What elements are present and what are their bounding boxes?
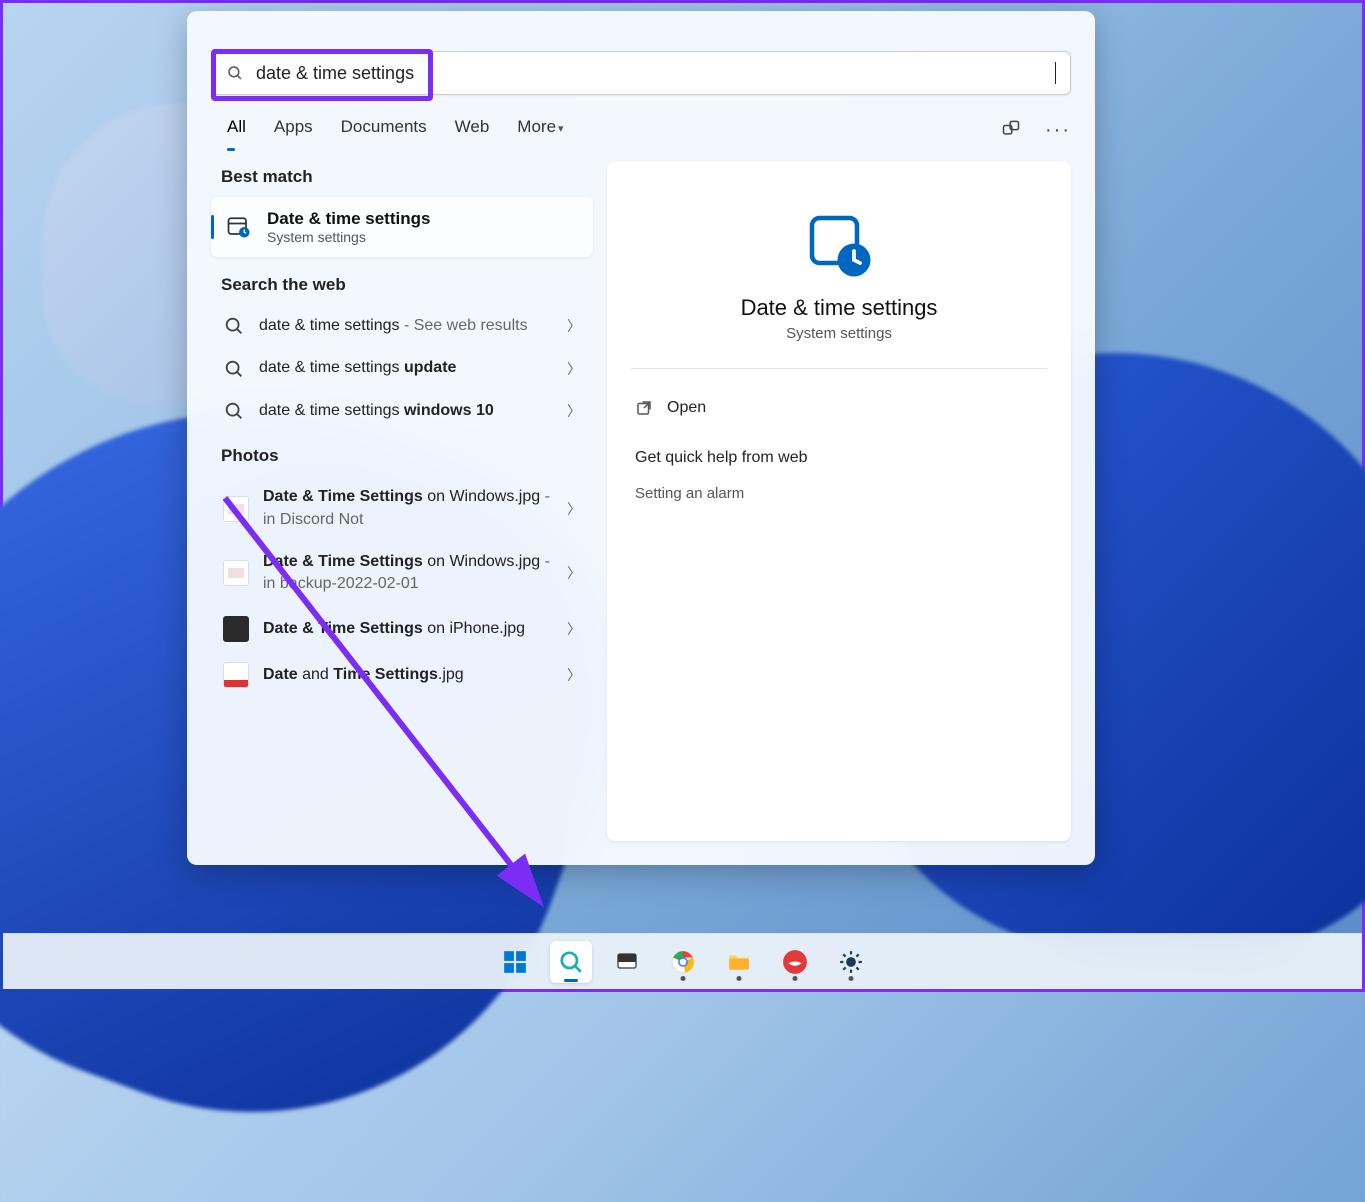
chevron-right-icon: 〉 — [567, 619, 581, 639]
chevron-right-icon: 〉 — [567, 359, 581, 379]
photo-thumbnail — [223, 560, 249, 586]
taskbar-explorer[interactable] — [718, 941, 760, 983]
preview-panel: Date & time settings System settings Ope… — [607, 161, 1071, 841]
best-match-title: Date & time settings — [267, 209, 430, 229]
taskview-icon — [615, 950, 639, 974]
search-window: All Apps Documents Web More▾ ··· Best ma… — [187, 11, 1095, 865]
best-match-subtitle: System settings — [267, 229, 430, 245]
search-input[interactable] — [256, 63, 1057, 84]
taskbar-app-red[interactable] — [774, 941, 816, 983]
chevron-right-icon: 〉 — [567, 563, 581, 583]
best-match-heading: Best match — [221, 167, 593, 187]
web-result[interactable]: date & time settings update 〉 — [211, 347, 593, 389]
date-time-large-icon — [803, 209, 875, 281]
date-time-icon — [225, 213, 253, 241]
photo-result[interactable]: Date and Time Settings.jpg 〉 — [211, 652, 593, 698]
lips-icon — [782, 949, 808, 975]
photo-thumbnail — [223, 496, 249, 522]
taskbar — [3, 933, 1362, 989]
chevron-right-icon: 〉 — [567, 316, 581, 336]
taskbar-search[interactable] — [550, 941, 592, 983]
chevron-down-icon: ▾ — [558, 123, 564, 135]
taskbar-taskview[interactable] — [606, 941, 648, 983]
web-result[interactable]: date & time settings - See web results 〉 — [211, 305, 593, 347]
more-options-icon[interactable]: ··· — [1045, 119, 1071, 142]
preview-title: Date & time settings — [635, 295, 1043, 321]
open-icon — [635, 399, 653, 417]
photo-result[interactable]: Date & Time Settings on Windows.jpg - in… — [211, 476, 593, 541]
chevron-right-icon: 〉 — [567, 665, 581, 685]
search-icon — [226, 64, 244, 82]
photo-result[interactable]: Date & Time Settings on iPhone.jpg 〉 — [211, 606, 593, 652]
search-bar[interactable] — [211, 51, 1071, 95]
chevron-right-icon: 〉 — [567, 499, 581, 519]
share-icon[interactable] — [1001, 118, 1021, 143]
photos-heading: Photos — [221, 446, 593, 466]
results-column: Best match Date & time settings System s… — [211, 161, 593, 841]
photo-thumbnail — [223, 616, 249, 642]
taskbar-settings[interactable] — [830, 941, 872, 983]
search-icon — [223, 315, 245, 337]
tab-more[interactable]: More▾ — [517, 117, 563, 143]
chevron-right-icon: 〉 — [567, 401, 581, 421]
search-web-heading: Search the web — [221, 275, 593, 295]
photo-thumbnail — [223, 662, 249, 688]
tab-documents[interactable]: Documents — [341, 117, 427, 143]
tab-all[interactable]: All — [227, 117, 246, 143]
chrome-icon — [670, 949, 696, 975]
search-icon — [558, 949, 584, 975]
text-caret — [1055, 62, 1056, 84]
taskbar-start[interactable] — [494, 941, 536, 983]
tab-web[interactable]: Web — [455, 117, 490, 143]
tab-apps[interactable]: Apps — [274, 117, 313, 143]
search-icon — [223, 400, 245, 422]
search-icon — [223, 358, 245, 380]
gear-icon — [838, 949, 864, 975]
preview-subtitle: System settings — [635, 325, 1043, 342]
filter-tabs: All Apps Documents Web More▾ ··· — [227, 117, 1071, 143]
help-heading: Get quick help from web — [635, 449, 1043, 467]
folder-icon — [726, 949, 752, 975]
divider — [631, 368, 1047, 369]
windows-icon — [502, 949, 528, 975]
open-action[interactable]: Open — [635, 395, 1043, 421]
best-match-result[interactable]: Date & time settings System settings — [211, 197, 593, 257]
help-link-alarm[interactable]: Setting an alarm — [635, 485, 1043, 502]
photo-result[interactable]: Date & Time Settings on Windows.jpg - in… — [211, 541, 593, 606]
taskbar-chrome[interactable] — [662, 941, 704, 983]
web-result[interactable]: date & time settings windows 10 〉 — [211, 390, 593, 432]
